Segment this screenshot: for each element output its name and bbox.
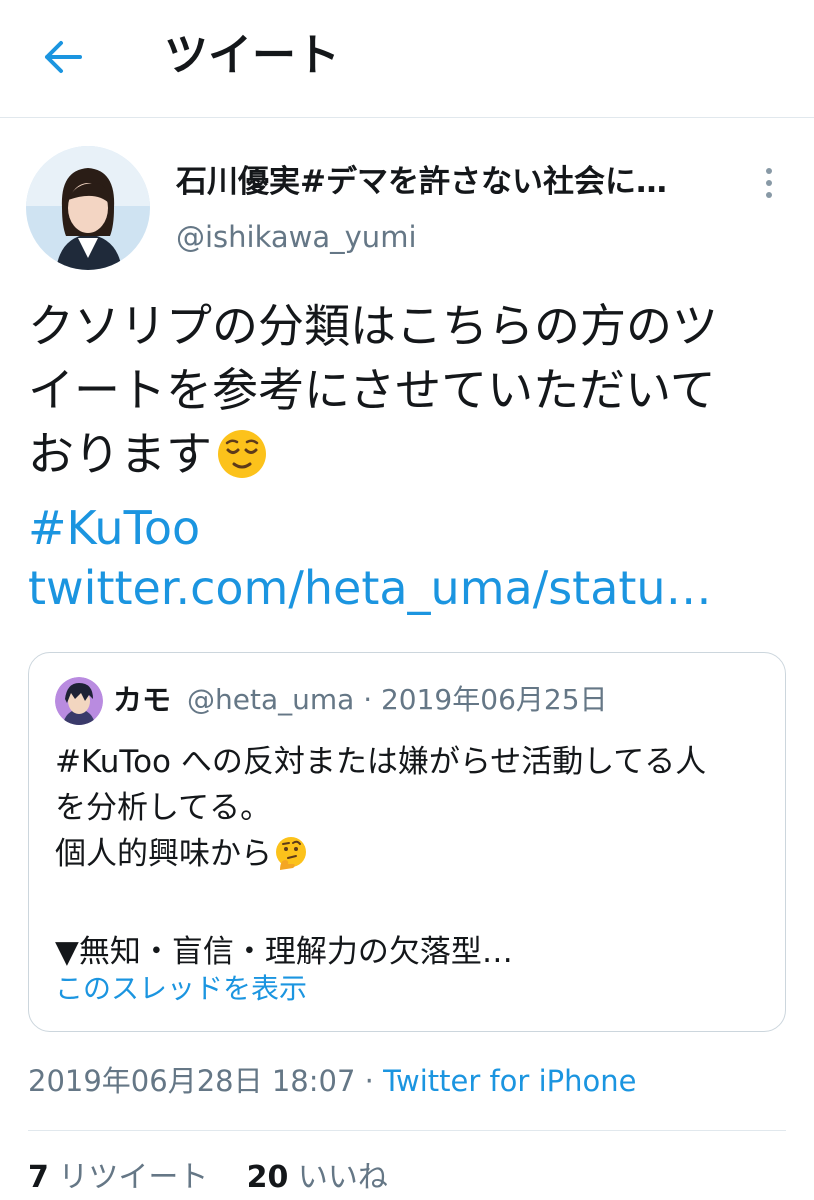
quoted-text-line bbox=[55, 883, 775, 929]
divider bbox=[28, 1130, 786, 1131]
quoted-author-handle-date: @heta_uma · 2019年06月25日 bbox=[187, 683, 608, 716]
back-button[interactable] bbox=[28, 22, 98, 92]
show-thread-link[interactable]: このスレッドを表示 bbox=[55, 969, 307, 1009]
page-title: ツイート bbox=[164, 30, 340, 81]
relieved-face-emoji bbox=[216, 428, 268, 496]
quoted-text-line: 個人的興味から bbox=[55, 831, 775, 883]
likes-count: 20 bbox=[246, 1160, 289, 1195]
author-display-name[interactable]: 石川優実#デマを許さない社会に… bbox=[176, 160, 736, 204]
author-avatar[interactable] bbox=[26, 146, 150, 270]
tweet-text-line: クソリプの分類はこちらの方のツ bbox=[28, 299, 718, 353]
tweet-text: クソリプの分類はこちらの方のツ イートを参考にさせていただいて おります bbox=[28, 294, 798, 496]
meta-separator: · bbox=[355, 1064, 384, 1098]
retweets-stat[interactable]: 7 リツイート bbox=[28, 1160, 208, 1195]
quoted-tweet-text: #KuToo への反対または嫌がらせ活動してる人 を分析してる。 個人的興味から… bbox=[55, 739, 775, 975]
quoted-text-line: を分析してる。 bbox=[55, 790, 272, 826]
tweet-text-line: おります bbox=[28, 422, 798, 496]
tweet-timestamp: 2019年06月28日 18:07 bbox=[28, 1064, 356, 1098]
quoted-text-line: #KuToo への反対または嫌がらせ活動してる人 bbox=[55, 744, 707, 780]
retweets-count: 7 bbox=[28, 1160, 49, 1195]
tweet-stats: 7 リツイート 20 いいね bbox=[28, 1156, 388, 1200]
tweet-source-link[interactable]: Twitter for iPhone bbox=[383, 1064, 636, 1098]
author-handle[interactable]: @ishikawa_yumi bbox=[176, 216, 417, 258]
thinking-face-emoji bbox=[274, 836, 308, 883]
vertical-dots-icon bbox=[766, 168, 772, 174]
url-link[interactable]: twitter.com/heta_uma/statu… bbox=[28, 558, 798, 618]
likes-label: いいね bbox=[297, 1160, 388, 1195]
more-options-button[interactable] bbox=[748, 160, 790, 206]
tweet-text-line: イートを参考にさせていただいて bbox=[28, 363, 716, 417]
hashtag-link[interactable]: #KuToo bbox=[28, 498, 200, 558]
quoted-tweet-card[interactable]: カモ @heta_uma · 2019年06月25日 #KuToo への反対また… bbox=[28, 652, 786, 1032]
retweets-label: リツイート bbox=[58, 1160, 209, 1195]
arrow-left-icon bbox=[45, 41, 82, 73]
likes-stat[interactable]: 20 いいね bbox=[247, 1160, 388, 1195]
quoted-author-avatar bbox=[55, 677, 103, 725]
quoted-author-name: カモ bbox=[113, 683, 172, 717]
top-bar: ツイート bbox=[0, 0, 814, 118]
tweet-meta: 2019年06月28日 18:07 · Twitter for iPhone bbox=[28, 1060, 636, 1102]
